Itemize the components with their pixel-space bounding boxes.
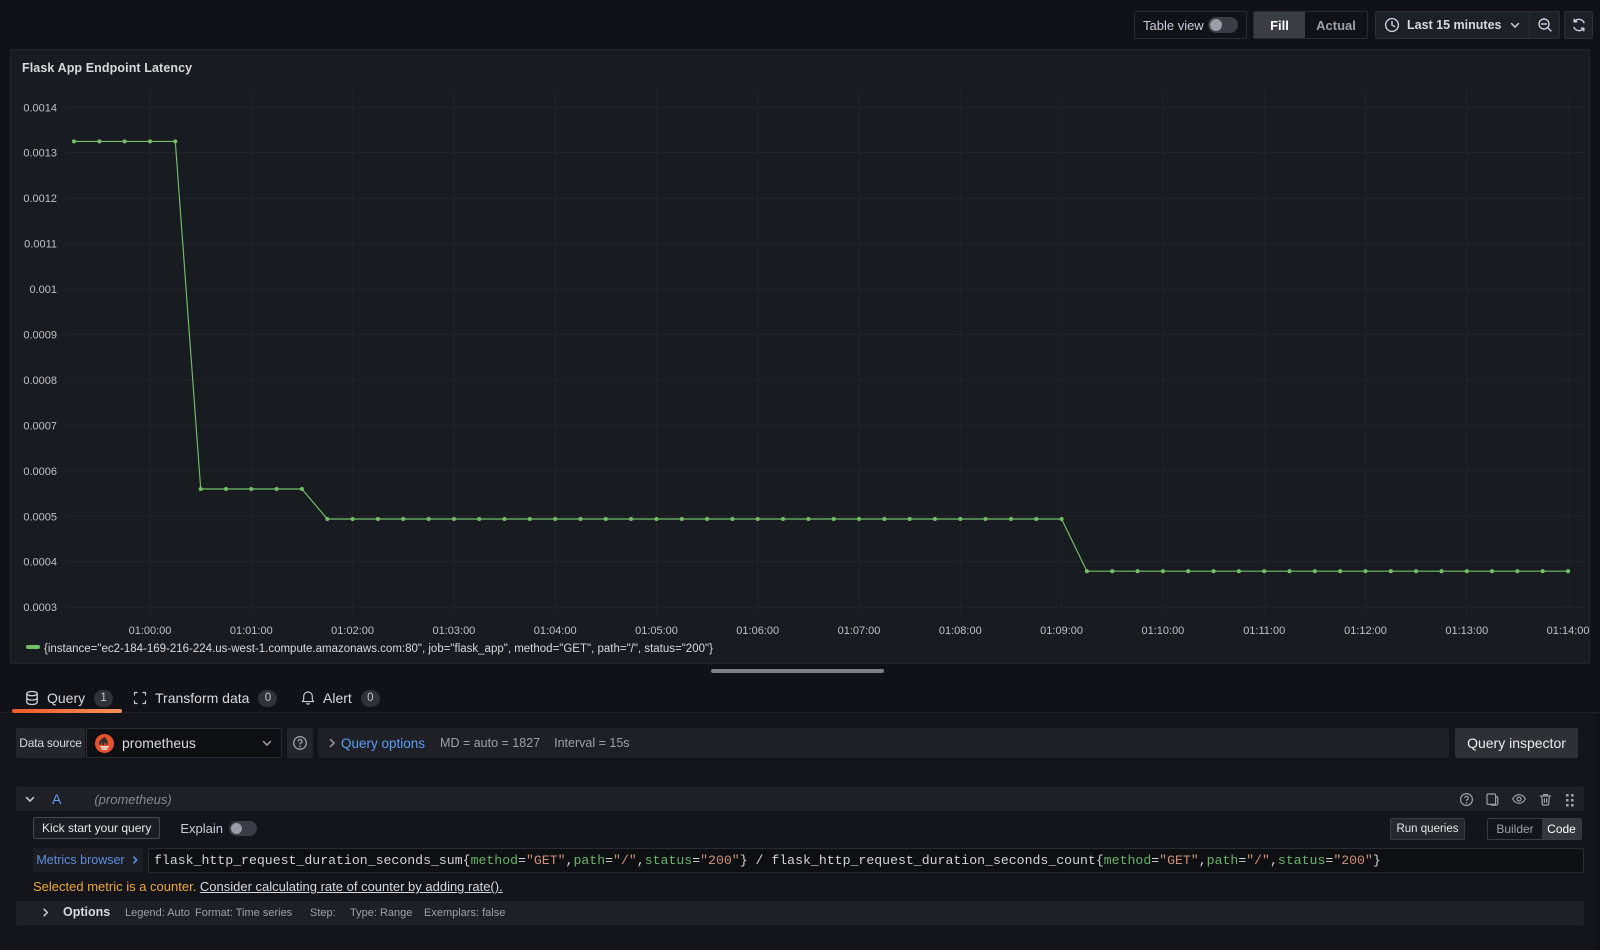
svg-text:01:09:00: 01:09:00 [1040,625,1083,637]
svg-text:01:14:00: 01:14:00 [1547,625,1590,637]
svg-text:01:12:00: 01:12:00 [1344,625,1387,637]
svg-text:0.0003: 0.0003 [23,602,57,614]
svg-text:01:03:00: 01:03:00 [432,625,475,637]
svg-text:0.0012: 0.0012 [23,193,57,205]
svg-text:01:04:00: 01:04:00 [534,625,577,637]
svg-text:01:08:00: 01:08:00 [939,625,982,637]
svg-text:{instance="ec2-184-169-216-224: {instance="ec2-184-169-216-224.us-west-1… [44,643,713,655]
svg-text:0.001: 0.001 [29,284,57,296]
svg-text:0.0011: 0.0011 [24,239,57,251]
svg-text:0.0006: 0.0006 [23,466,57,478]
svg-text:0.0005: 0.0005 [23,511,57,523]
svg-text:0.0004: 0.0004 [23,557,57,569]
svg-text:01:13:00: 01:13:00 [1445,625,1488,637]
svg-text:0.0007: 0.0007 [23,420,57,432]
svg-text:01:06:00: 01:06:00 [736,625,779,637]
svg-text:01:11:00: 01:11:00 [1243,625,1285,637]
svg-text:01:01:00: 01:01:00 [230,625,273,637]
svg-text:0.0014: 0.0014 [23,102,57,114]
svg-text:01:07:00: 01:07:00 [838,625,881,637]
svg-text:01:10:00: 01:10:00 [1141,625,1184,637]
svg-text:0.0009: 0.0009 [23,330,57,342]
svg-text:01:05:00: 01:05:00 [635,625,678,637]
svg-text:0.0008: 0.0008 [23,375,57,387]
svg-text:01:02:00: 01:02:00 [331,625,374,637]
svg-text:0.0013: 0.0013 [23,148,57,160]
svg-text:01:00:00: 01:00:00 [129,625,172,637]
